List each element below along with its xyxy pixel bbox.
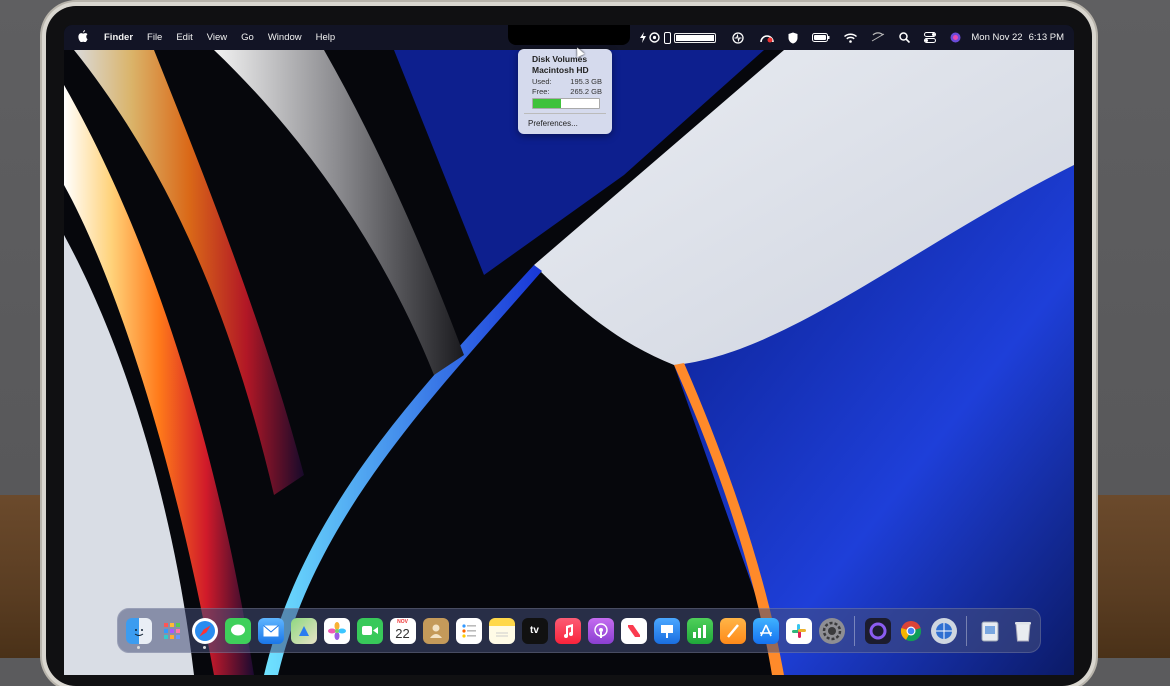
dock: NOV 22 tv (117, 608, 1041, 653)
running-indicator (136, 645, 140, 649)
launchpad-icon[interactable] (159, 618, 185, 644)
apple-tv-icon[interactable]: tv (521, 617, 548, 644)
apple-tv-label: tv (530, 625, 539, 636)
running-indicator (202, 645, 206, 649)
apple-menu-icon[interactable] (76, 30, 90, 45)
calendar-icon[interactable]: NOV 22 (389, 617, 416, 644)
used-label: Used: (532, 77, 552, 86)
contacts-icon[interactable] (422, 617, 449, 644)
podcasts-icon[interactable] (587, 617, 614, 644)
wifi-icon[interactable] (844, 32, 858, 43)
dock-divider (854, 615, 855, 646)
keynote-icon[interactable] (653, 617, 680, 644)
downloads-folder-icon[interactable] (977, 618, 1003, 644)
used-value: 195.3 GB (570, 77, 602, 86)
menu-finder[interactable]: Finder (104, 32, 133, 43)
activity-icon[interactable] (732, 31, 745, 44)
menu-view[interactable]: View (207, 32, 227, 43)
menu-edit[interactable]: Edit (176, 32, 192, 43)
notes-icon[interactable] (488, 617, 515, 644)
news-icon[interactable] (620, 617, 647, 644)
camera-notch (508, 25, 630, 45)
menubar-time[interactable]: 6:13 PM (1029, 32, 1064, 43)
desktop-screen: Finder File Edit View Go Window Help Mon… (64, 25, 1074, 675)
unknown-app-icon[interactable] (864, 617, 891, 644)
phone-icon[interactable] (664, 31, 672, 44)
free-label: Free: (532, 87, 550, 96)
music-icon[interactable] (554, 617, 581, 644)
slack-icon[interactable] (785, 617, 812, 644)
menu-help[interactable]: Help (316, 32, 336, 43)
network-utility-icon[interactable] (930, 617, 957, 644)
reminders-icon[interactable] (455, 617, 482, 644)
gauge-icon[interactable] (760, 32, 775, 43)
control-center-icon[interactable] (924, 32, 937, 43)
app-store-icon[interactable] (752, 617, 779, 644)
messages-icon[interactable] (224, 617, 251, 644)
status-tray: Mon Nov 22 6:13 PM (629, 25, 1064, 50)
siri-icon[interactable] (950, 32, 961, 43)
calendar-month: NOV (397, 618, 408, 625)
pages-icon[interactable] (719, 617, 746, 644)
trash-icon[interactable] (1010, 618, 1036, 644)
shield-icon[interactable] (788, 32, 798, 44)
gear-icon[interactable] (649, 32, 661, 43)
disk-usage-bar (532, 98, 600, 109)
safari-icon[interactable] (191, 617, 218, 649)
menu-window[interactable]: Window (268, 32, 302, 43)
disk-usage-icon[interactable] (674, 32, 717, 43)
menu-file[interactable]: File (147, 32, 162, 43)
battery-icon[interactable] (812, 33, 830, 42)
system-preferences-icon[interactable] (818, 617, 845, 644)
maps-icon[interactable] (290, 617, 317, 644)
volume-name[interactable]: Macintosh HD (532, 65, 589, 75)
search-icon[interactable] (899, 32, 911, 43)
airplay-icon[interactable] (871, 32, 885, 43)
numbers-icon[interactable] (686, 617, 713, 644)
lightning-icon[interactable] (640, 32, 647, 43)
used-row: Used: 195.3 GB (532, 77, 602, 86)
menu-divider (524, 113, 606, 114)
free-value: 265.2 GB (570, 87, 602, 96)
mail-icon[interactable] (257, 617, 284, 644)
menubar-date[interactable]: Mon Nov 22 (971, 32, 1022, 43)
chrome-icon[interactable] (898, 618, 924, 644)
preferences-menu-item[interactable]: Preferences... (528, 119, 578, 128)
dock-divider (966, 615, 967, 646)
photos-icon[interactable] (323, 617, 350, 644)
disk-usage-fill (533, 99, 561, 108)
disk-volumes-menu: Disk Volumes Macintosh HD Used: 195.3 GB… (518, 49, 612, 134)
free-row: Free: 265.2 GB (532, 87, 602, 96)
facetime-icon[interactable] (356, 617, 383, 644)
calendar-day: 22 (395, 625, 410, 641)
finder-icon[interactable] (125, 617, 152, 649)
menu-go[interactable]: Go (241, 32, 254, 43)
